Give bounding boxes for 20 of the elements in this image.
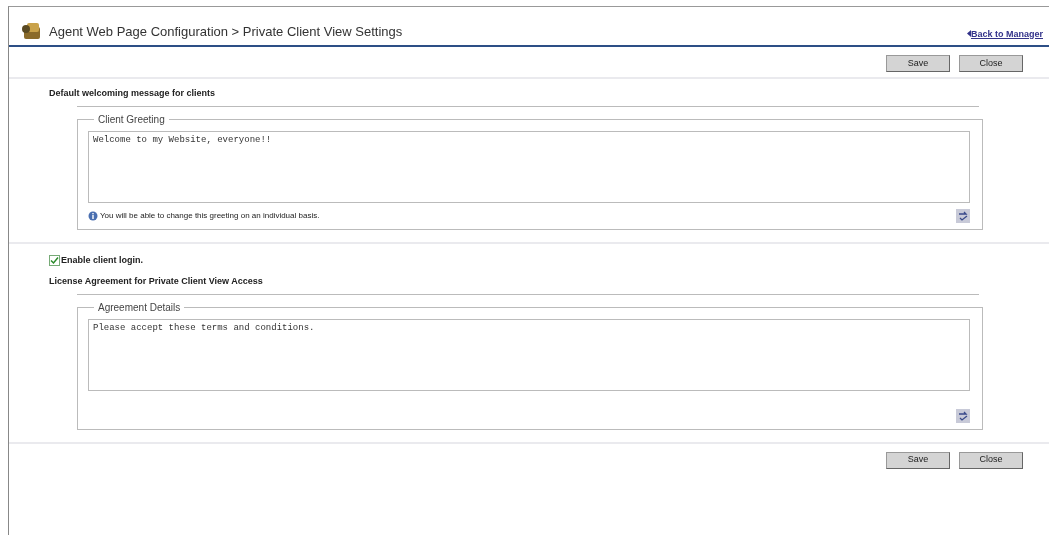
checkbox-label: Enable client login. <box>61 253 143 267</box>
group-label: Agreement Details <box>97 302 182 313</box>
group-label: Client Greeting <box>97 114 166 125</box>
section-heading: License Agreement for Private Client View Access <box>48 275 264 288</box>
close-button[interactable]: Close <box>959 55 1023 72</box>
back-to-manager-link[interactable]: Back to Manager <box>966 27 1043 41</box>
info-icon <box>88 210 98 221</box>
logo-icon <box>21 21 43 41</box>
info-note: You will be able to change this greeting on an individual basis. <box>100 209 320 222</box>
save-button[interactable]: Save <box>886 55 950 72</box>
caret-icon <box>966 29 971 37</box>
agreement-textarea[interactable]: Please accept these terms and conditions. <box>88 318 970 391</box>
checkbox[interactable] <box>49 254 60 266</box>
spellcheck-icon[interactable] <box>956 408 970 423</box>
spellcheck-icon[interactable] <box>956 208 970 223</box>
save-button[interactable]: Save <box>886 451 950 469</box>
section-heading: Default welcoming message for clients <box>48 87 217 100</box>
greeting-textarea[interactable]: Welcome to my Website, everyone!! <box>88 130 970 203</box>
close-button[interactable]: Close <box>959 451 1023 469</box>
page-title: Agent Web Page Configuration > Private Client View Settings <box>49 22 403 41</box>
